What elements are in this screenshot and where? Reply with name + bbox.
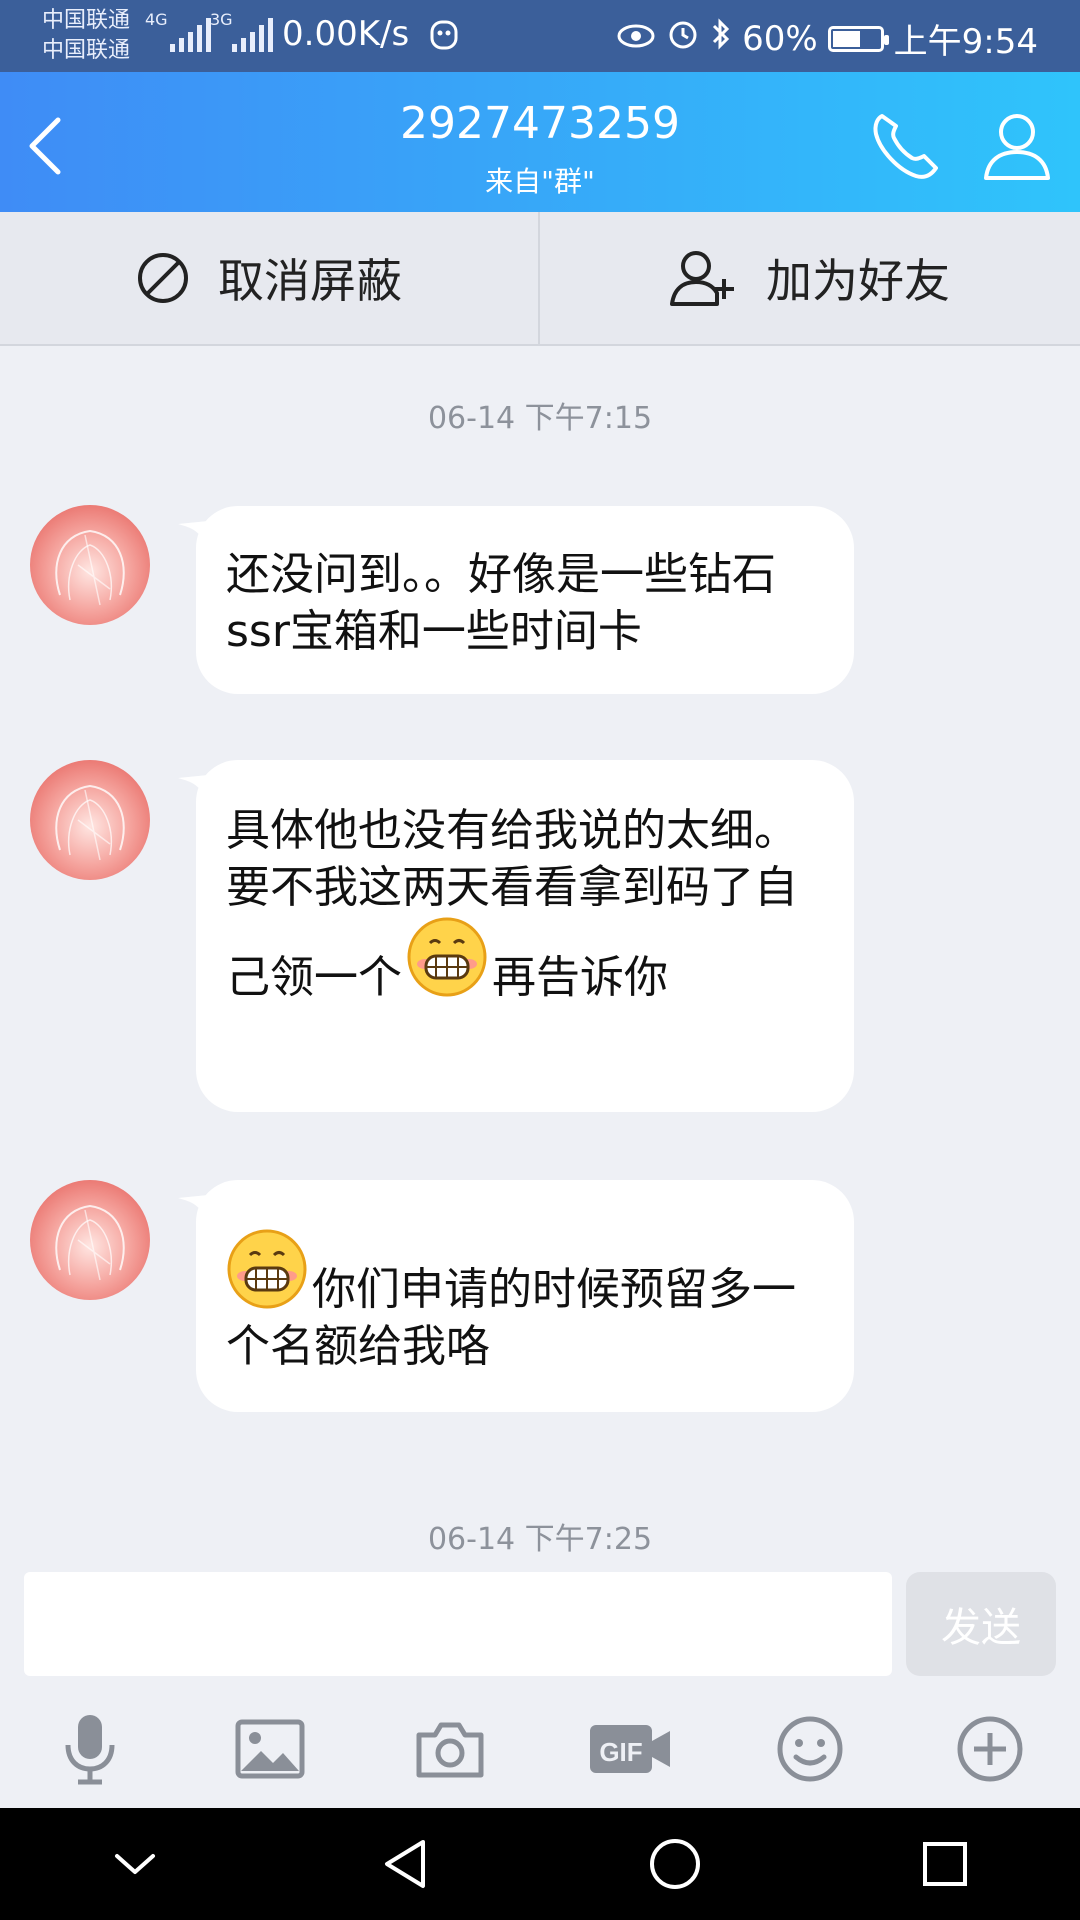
gif-button[interactable]: GIF [585, 1704, 675, 1794]
unblock-button[interactable]: 取消屏蔽 [0, 212, 538, 344]
avatar-image [55, 529, 125, 606]
system-recents-button[interactable] [905, 1824, 985, 1904]
battery-icon [827, 25, 889, 52]
network-speed: 0.00K/s [282, 14, 410, 54]
avatar-image [55, 1204, 125, 1281]
system-navigation-bar [0, 1808, 1080, 1920]
system-home-button[interactable] [635, 1824, 715, 1904]
avatar-image [55, 784, 125, 861]
bubble-tail [178, 774, 218, 804]
plus-icon [957, 1716, 1023, 1782]
message-bubble[interactable]: 还没问到。。好像是一些钻石 ssr宝箱和一些时间卡 [178, 506, 854, 694]
carrier-1: 中国联通 [42, 8, 131, 33]
avatar[interactable] [30, 1180, 150, 1300]
notification-icon [428, 18, 460, 58]
stranger-action-bar: 取消屏蔽 加为好友 [0, 212, 1080, 346]
camera-button[interactable] [405, 1704, 495, 1794]
chat-header: 2927473259 来自"群" [0, 72, 1080, 212]
network-type-2: 3G [210, 10, 233, 29]
bluetooth-icon [710, 17, 732, 60]
message-bubble[interactable]: 具体他也没有给我说的太细。要不我这两天看看拿到码了自己领一个 再告诉你 [178, 760, 854, 1112]
profile-button[interactable] [980, 108, 1054, 184]
home-circle-icon [650, 1839, 700, 1889]
back-triangle-icon [385, 1840, 425, 1888]
phone-icon [873, 114, 938, 179]
grin-emoji-icon [226, 1228, 308, 1310]
more-button[interactable] [945, 1704, 1035, 1794]
send-button[interactable]: 发送 [906, 1572, 1056, 1676]
battery-fill [832, 30, 861, 47]
eye-icon [616, 19, 656, 59]
battery-percent: 60% [742, 18, 818, 59]
image-button[interactable] [225, 1704, 315, 1794]
emoji-icon [777, 1716, 843, 1782]
camera-icon [416, 1722, 484, 1778]
grin-emoji-icon [406, 916, 488, 998]
carrier-2: 中国联通 [42, 38, 131, 63]
gif-icon: GIF [590, 1725, 670, 1773]
bubble-tail [178, 520, 218, 550]
svg-text:GIF: GIF [599, 1737, 642, 1767]
add-person-icon [670, 251, 734, 306]
message-text: 你们申请的时候预留多一个名额给我咯 [226, 1264, 796, 1372]
network-type-1: 4G [145, 10, 168, 29]
emoji-button[interactable] [765, 1704, 855, 1794]
unblock-label: 取消屏蔽 [218, 254, 402, 308]
network-2-label: 3G [210, 10, 233, 29]
microphone-icon [65, 1715, 115, 1785]
hide-keyboard-button[interactable] [95, 1824, 175, 1904]
message-input[interactable] [24, 1572, 892, 1676]
message-text: 还没问到。。好像是一些钻石 ssr宝箱和一些时间卡 [226, 549, 776, 657]
timestamp: 06-14 下午7:25 [427, 1522, 653, 1557]
carrier-labels: 中国联通 中国联通 [42, 6, 130, 66]
message-bubble[interactable]: 你们申请的时候预留多一个名额给我咯 [178, 1180, 854, 1412]
timestamp: 06-14 下午7:15 [427, 401, 653, 436]
block-icon [138, 253, 188, 303]
clock: 上午9:54 [893, 22, 1038, 62]
call-button[interactable] [868, 108, 944, 184]
person-icon [984, 114, 1050, 180]
message-text-continued: 再告诉你 [492, 952, 668, 1003]
system-back-button[interactable] [365, 1824, 445, 1904]
bubble-tail [178, 1194, 218, 1224]
add-friend-label: 加为好友 [766, 254, 950, 308]
recents-square-icon [923, 1842, 967, 1886]
signal-icon-2 [232, 18, 273, 52]
alarm-icon [666, 17, 700, 60]
composer: 发送 [0, 1560, 1080, 1690]
image-icon [235, 1719, 305, 1779]
avatar[interactable] [30, 505, 150, 625]
network-1-label: 4G [145, 10, 168, 29]
status-bar: 中国联通 中国联通 4G 3G 0.00K/s 60% 上午9:54 [0, 0, 1080, 72]
voice-button[interactable] [45, 1704, 135, 1794]
status-right: 60% 上午9:54 [616, 14, 1038, 63]
chevron-down-icon [115, 1854, 155, 1874]
avatar[interactable] [30, 760, 150, 880]
add-friend-button[interactable]: 加为好友 [540, 212, 1078, 344]
composer-toolbar: GIF [0, 1690, 1080, 1808]
signal-icon-1 [170, 18, 211, 52]
